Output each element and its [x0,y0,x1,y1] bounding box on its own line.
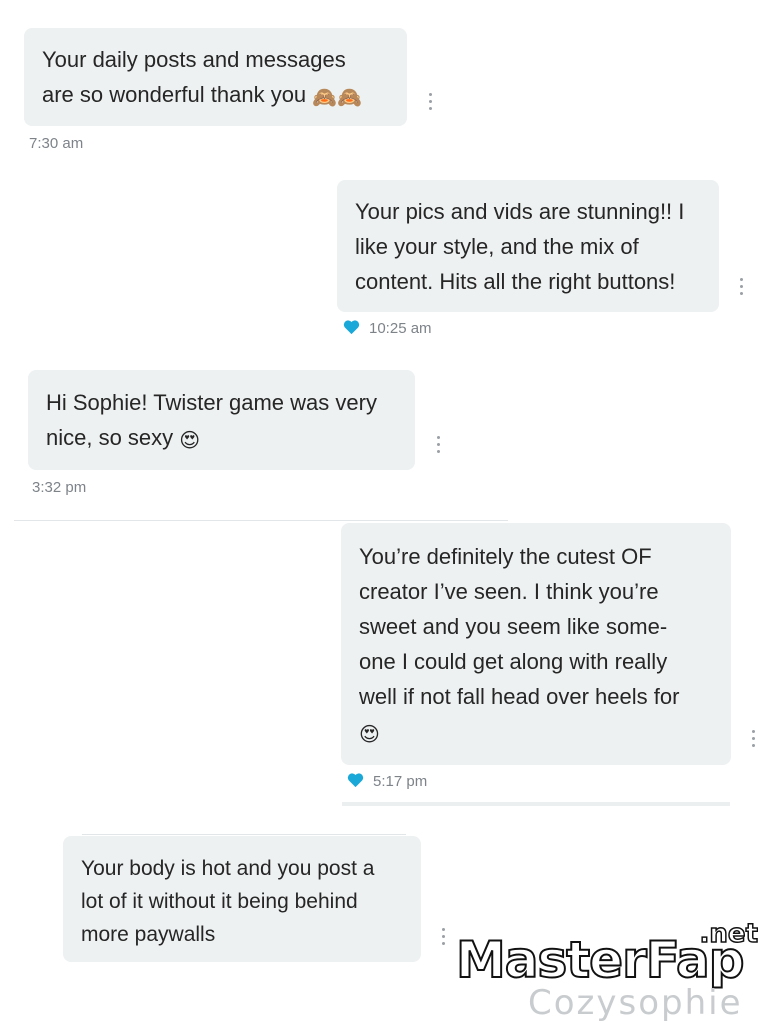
message-timestamp: 5:17 pm [373,773,428,790]
message-timestamp: 7:30 am [29,135,84,152]
message-bubble-incoming[interactable]: Hi Sophie! Twister game was very nice, s… [28,370,415,470]
divider [14,520,508,521]
more-vertical-icon[interactable] [738,278,744,298]
emoji: 😍 [179,430,201,452]
divider [82,834,406,835]
more-vertical-icon[interactable] [750,730,756,750]
more-vertical-icon[interactable] [440,928,446,948]
message-text: You’re definitely the cutest OF creator … [359,544,680,709]
divider [342,802,730,806]
more-vertical-icon[interactable] [427,93,433,113]
message-bubble-outgoing[interactable]: Your pics and vids are stunning!! I like… [337,180,719,312]
message-bubble-incoming[interactable]: Your body is hot and you post a lot of i… [63,836,421,962]
message-text: Your pics and vids are stunning!! I like… [355,199,685,294]
emoji: 🙈🙈 [312,87,363,109]
message-bubble-outgoing[interactable]: You’re definitely the cutest OF creator … [341,523,731,765]
watermark-tld: .net [699,918,758,950]
watermark: MasterFap .net Cozysophie [452,918,758,1023]
message-text: Hi Sophie! Twister game was very nice, s… [46,390,377,450]
message-bubble-incoming[interactable]: Your daily posts and messages are so won… [24,28,407,126]
watermark-brand-a: Master [455,930,648,990]
more-vertical-icon[interactable] [435,436,441,456]
message-text: Your daily posts and messages are so won… [42,47,346,107]
message-timestamp: 3:32 pm [32,479,87,496]
heart-icon [347,773,364,788]
watermark-sub: Cozysophie [528,983,743,1023]
message-text: Your body is hot and you post a lot of i… [81,857,375,946]
heart-icon [343,320,360,335]
message-timestamp: 10:25 am [369,320,432,337]
emoji: 😍 [359,724,380,746]
